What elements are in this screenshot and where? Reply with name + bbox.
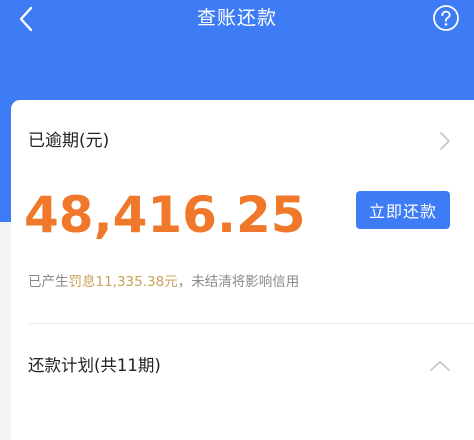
penalty-amount: 罚息11,335.38元	[68, 274, 178, 290]
repayment-plan-label: 还款计划(共11期)	[28, 356, 161, 375]
question-circle-icon	[433, 5, 459, 31]
penalty-notice: 已产生罚息11,335.38元，未结清将影响信用	[28, 272, 299, 292]
penalty-prefix: 已产生	[28, 274, 69, 290]
penalty-suffix: ，未结清将影响信用	[177, 274, 300, 290]
overdue-amount: 48,416.25	[24, 186, 306, 244]
repay-now-button[interactable]: 立即还款	[356, 191, 450, 229]
overdue-detail-row[interactable]: 已逾期(元)	[11, 100, 474, 182]
overdue-label: 已逾期(元)	[28, 131, 110, 151]
chevron-up-icon	[430, 361, 450, 371]
overdue-card: 已逾期(元) 48,416.25 立即还款 已产生罚息11,335.38元，未结…	[11, 100, 474, 440]
navigation-bar: 查账还款	[0, 0, 474, 40]
chevron-right-icon	[440, 132, 450, 150]
repayment-plan-row[interactable]: 还款计划(共11期)	[11, 324, 474, 404]
page-title: 查账还款	[196, 7, 277, 29]
help-button[interactable]	[432, 4, 460, 32]
